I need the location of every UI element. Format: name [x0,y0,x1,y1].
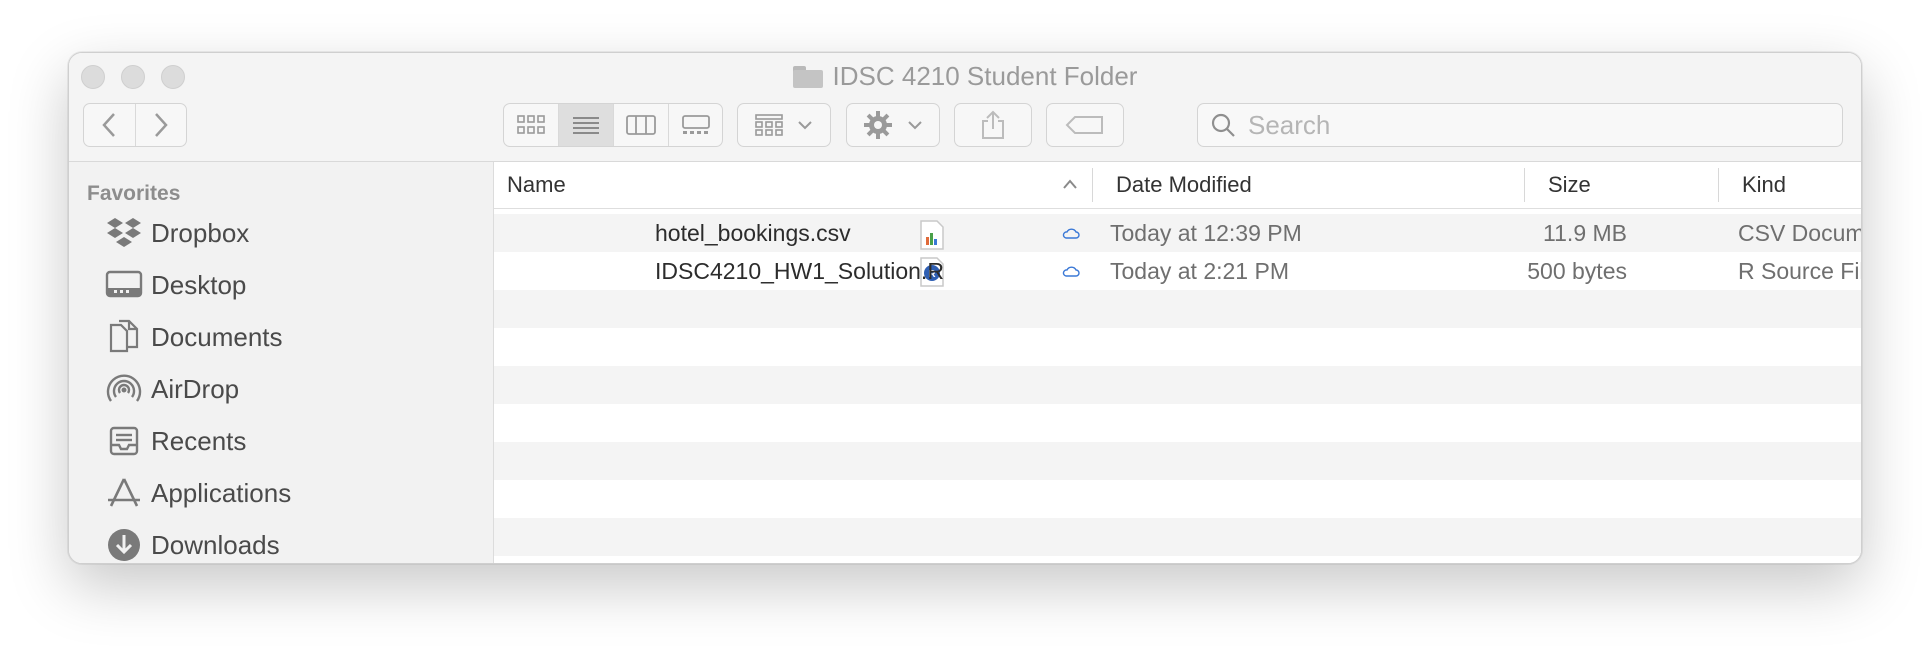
column-header-date-modified[interactable]: Date Modified [1116,172,1252,198]
empty-row [494,290,1861,328]
group-by-button[interactable] [737,103,831,147]
icloud-icon [1062,266,1080,277]
chevron-right-icon [155,113,168,137]
forward-button[interactable] [136,104,186,146]
action-menu-button[interactable] [846,103,940,147]
column-header-kind[interactable]: Kind [1742,172,1786,198]
sidebar-item-applications[interactable]: Applications [105,473,291,513]
airdrop-icon [105,371,143,407]
empty-row [494,366,1861,404]
list-view-button[interactable] [559,104,614,146]
chevron-left-icon [102,113,116,137]
group-grid-icon [755,114,783,136]
tags-button[interactable] [1046,103,1124,147]
date-modified: Today at 2:21 PM [1110,258,1289,284]
sidebar-item-label: Downloads [151,529,280,560]
column-divider[interactable] [1524,168,1525,202]
sidebar-item-label: Recents [151,425,247,456]
search-field[interactable] [1197,103,1843,147]
sidebar-item-label: Desktop [151,269,247,300]
file-size: 11.9 MB [1543,220,1627,246]
column-header-name[interactable]: Name [507,172,566,198]
sidebar-item-dropbox[interactable]: Dropbox [105,213,249,253]
file-name: hotel_bookings.csv [655,220,851,246]
column-header-size[interactable]: Size [1548,172,1591,198]
date-modified: Today at 12:39 PM [1110,220,1302,246]
empty-row [494,480,1861,518]
sidebar-item-desktop[interactable]: Desktop [105,265,246,305]
applications-icon [105,475,143,511]
file-list: Name Date Modified Size Kind hotel_booki… [494,162,1861,563]
documents-icon [105,319,143,355]
csv-file-icon [920,220,944,250]
back-button[interactable] [84,104,136,146]
sidebar-item-airdrop[interactable]: AirDrop [105,369,239,409]
chevron-down-icon [798,121,812,130]
view-mode-control [503,103,723,147]
recents-icon [105,423,143,459]
sidebar-item-label: AirDrop [151,373,240,404]
sidebar-item-label: Applications [151,477,292,508]
column-divider[interactable] [1092,168,1093,202]
folder-icon [792,65,823,88]
sidebar-heading: Favorites [87,182,181,205]
sidebar-item-label: Dropbox [151,217,250,248]
file-kind: CSV Document [1738,220,1861,246]
share-button[interactable] [954,103,1032,147]
gear-icon [864,111,892,139]
search-input[interactable] [1246,108,1810,142]
columns-icon [626,115,656,135]
search-icon [1211,113,1235,137]
sort-ascending-icon [1063,179,1077,189]
list-icon [573,117,599,134]
gallery-view-button[interactable] [669,104,722,146]
column-header-row: Name Date Modified Size Kind [494,162,1861,209]
dropbox-icon [105,215,143,251]
window-title-text: IDSC 4210 Student Folder [832,61,1138,91]
navigation-buttons [83,103,187,147]
column-view-button[interactable] [614,104,669,146]
share-icon [982,110,1004,139]
icon-view-button[interactable] [504,104,559,146]
chevron-down-icon [908,121,922,130]
sidebar-item-documents[interactable]: Documents [105,317,283,357]
empty-row [494,328,1861,366]
empty-row [494,404,1861,442]
window-title: IDSC 4210 Student Folder [69,61,1861,92]
empty-row [494,518,1861,556]
table-row[interactable]: R IDSC4210_HW1_Solution.R Today at 2:21 … [494,252,1861,290]
file-kind: R Source File [1738,258,1861,284]
icloud-icon [1062,228,1080,239]
sidebar-item-downloads[interactable]: Downloads [105,525,280,563]
finder-window: IDSC 4210 Student Folder Search Favorite… [68,52,1862,564]
downloads-icon [105,527,143,563]
column-divider[interactable] [1718,168,1719,202]
title-bar: IDSC 4210 Student Folder [69,53,1861,162]
gallery-icon [681,115,710,134]
table-row[interactable]: hotel_bookings.csv Today at 12:39 PM 11.… [494,214,1861,252]
sidebar: Favorites Dropbox Desktop Documents AirD… [69,162,494,563]
empty-row [494,442,1861,480]
file-name: IDSC4210_HW1_Solution.R [655,258,944,284]
sidebar-item-label: Documents [151,321,283,352]
tag-icon [1065,116,1103,134]
grid-icon [517,115,545,134]
desktop-icon [105,267,143,303]
file-size: 500 bytes [1527,258,1627,284]
sidebar-item-recents[interactable]: Recents [105,421,246,461]
